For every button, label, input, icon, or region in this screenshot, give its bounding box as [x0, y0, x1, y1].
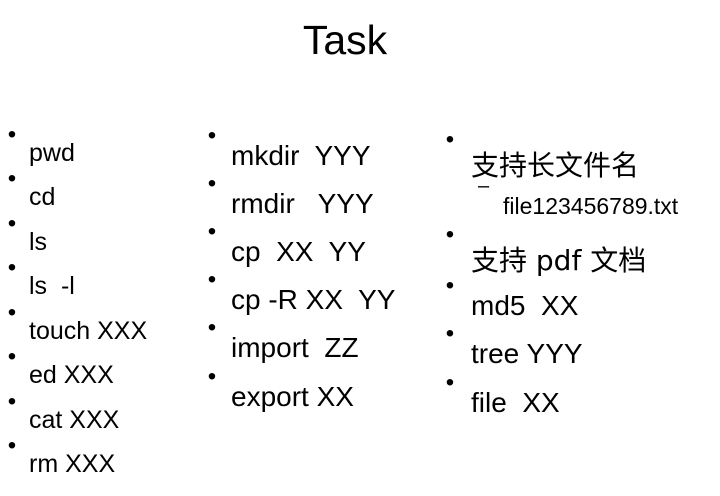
bullet: • [7, 165, 17, 192]
bullet: • [445, 126, 455, 153]
bullet: • [7, 388, 17, 415]
list-item-text: touch XXX [29, 317, 148, 345]
bullet: • [207, 266, 217, 293]
bullet: • [7, 210, 17, 237]
bullet: • [7, 432, 17, 459]
list-item: • rm XXX [6, 414, 115, 486]
bullet: • [207, 218, 217, 245]
list-item: • file XX [444, 351, 560, 423]
sub-list-item-text: file123456789.txt [503, 193, 679, 219]
list-item: • export XX [206, 345, 354, 417]
list-item-text: mkdir YYY [231, 140, 371, 171]
bullet: • [445, 369, 455, 396]
list-item-text: cat XXX [29, 406, 120, 434]
sub-bullet: – [478, 175, 490, 197]
bullet: • [445, 272, 455, 299]
list-item-text: pwd [29, 139, 75, 167]
list-item-text: ls [29, 228, 48, 256]
list-item-text: file XX [471, 387, 560, 418]
list-item-text: 支持 pdf 文档 [471, 244, 647, 277]
list-item-text: tree YYY [471, 338, 583, 369]
list-item-text: ls -l [29, 272, 75, 300]
bullet: • [207, 363, 217, 390]
list-item-text: rm XXX [29, 450, 116, 478]
list-item-text: export XX [231, 381, 354, 412]
bullet: • [7, 254, 17, 281]
list-item-text: cp XX YY [231, 236, 366, 267]
page-title: Task [302, 17, 388, 63]
bullet: • [207, 314, 217, 341]
list-item-text: md5 XX [471, 290, 579, 321]
list-item-text: ed XXX [29, 361, 114, 389]
bullet: • [207, 170, 217, 197]
bullet: • [7, 299, 17, 326]
bullet: • [7, 343, 17, 370]
bullet: • [445, 221, 455, 248]
bullet: • [445, 320, 455, 347]
list-item-text: import ZZ [231, 332, 359, 363]
list-item-text: rmdir YYY [231, 188, 374, 219]
bullet: • [7, 121, 17, 148]
list-item-text: cd [29, 183, 56, 211]
list-item-text: 支持长文件名 [471, 149, 640, 182]
list-item-text: cp -R XX YY [231, 284, 396, 315]
bullet: • [207, 122, 217, 149]
